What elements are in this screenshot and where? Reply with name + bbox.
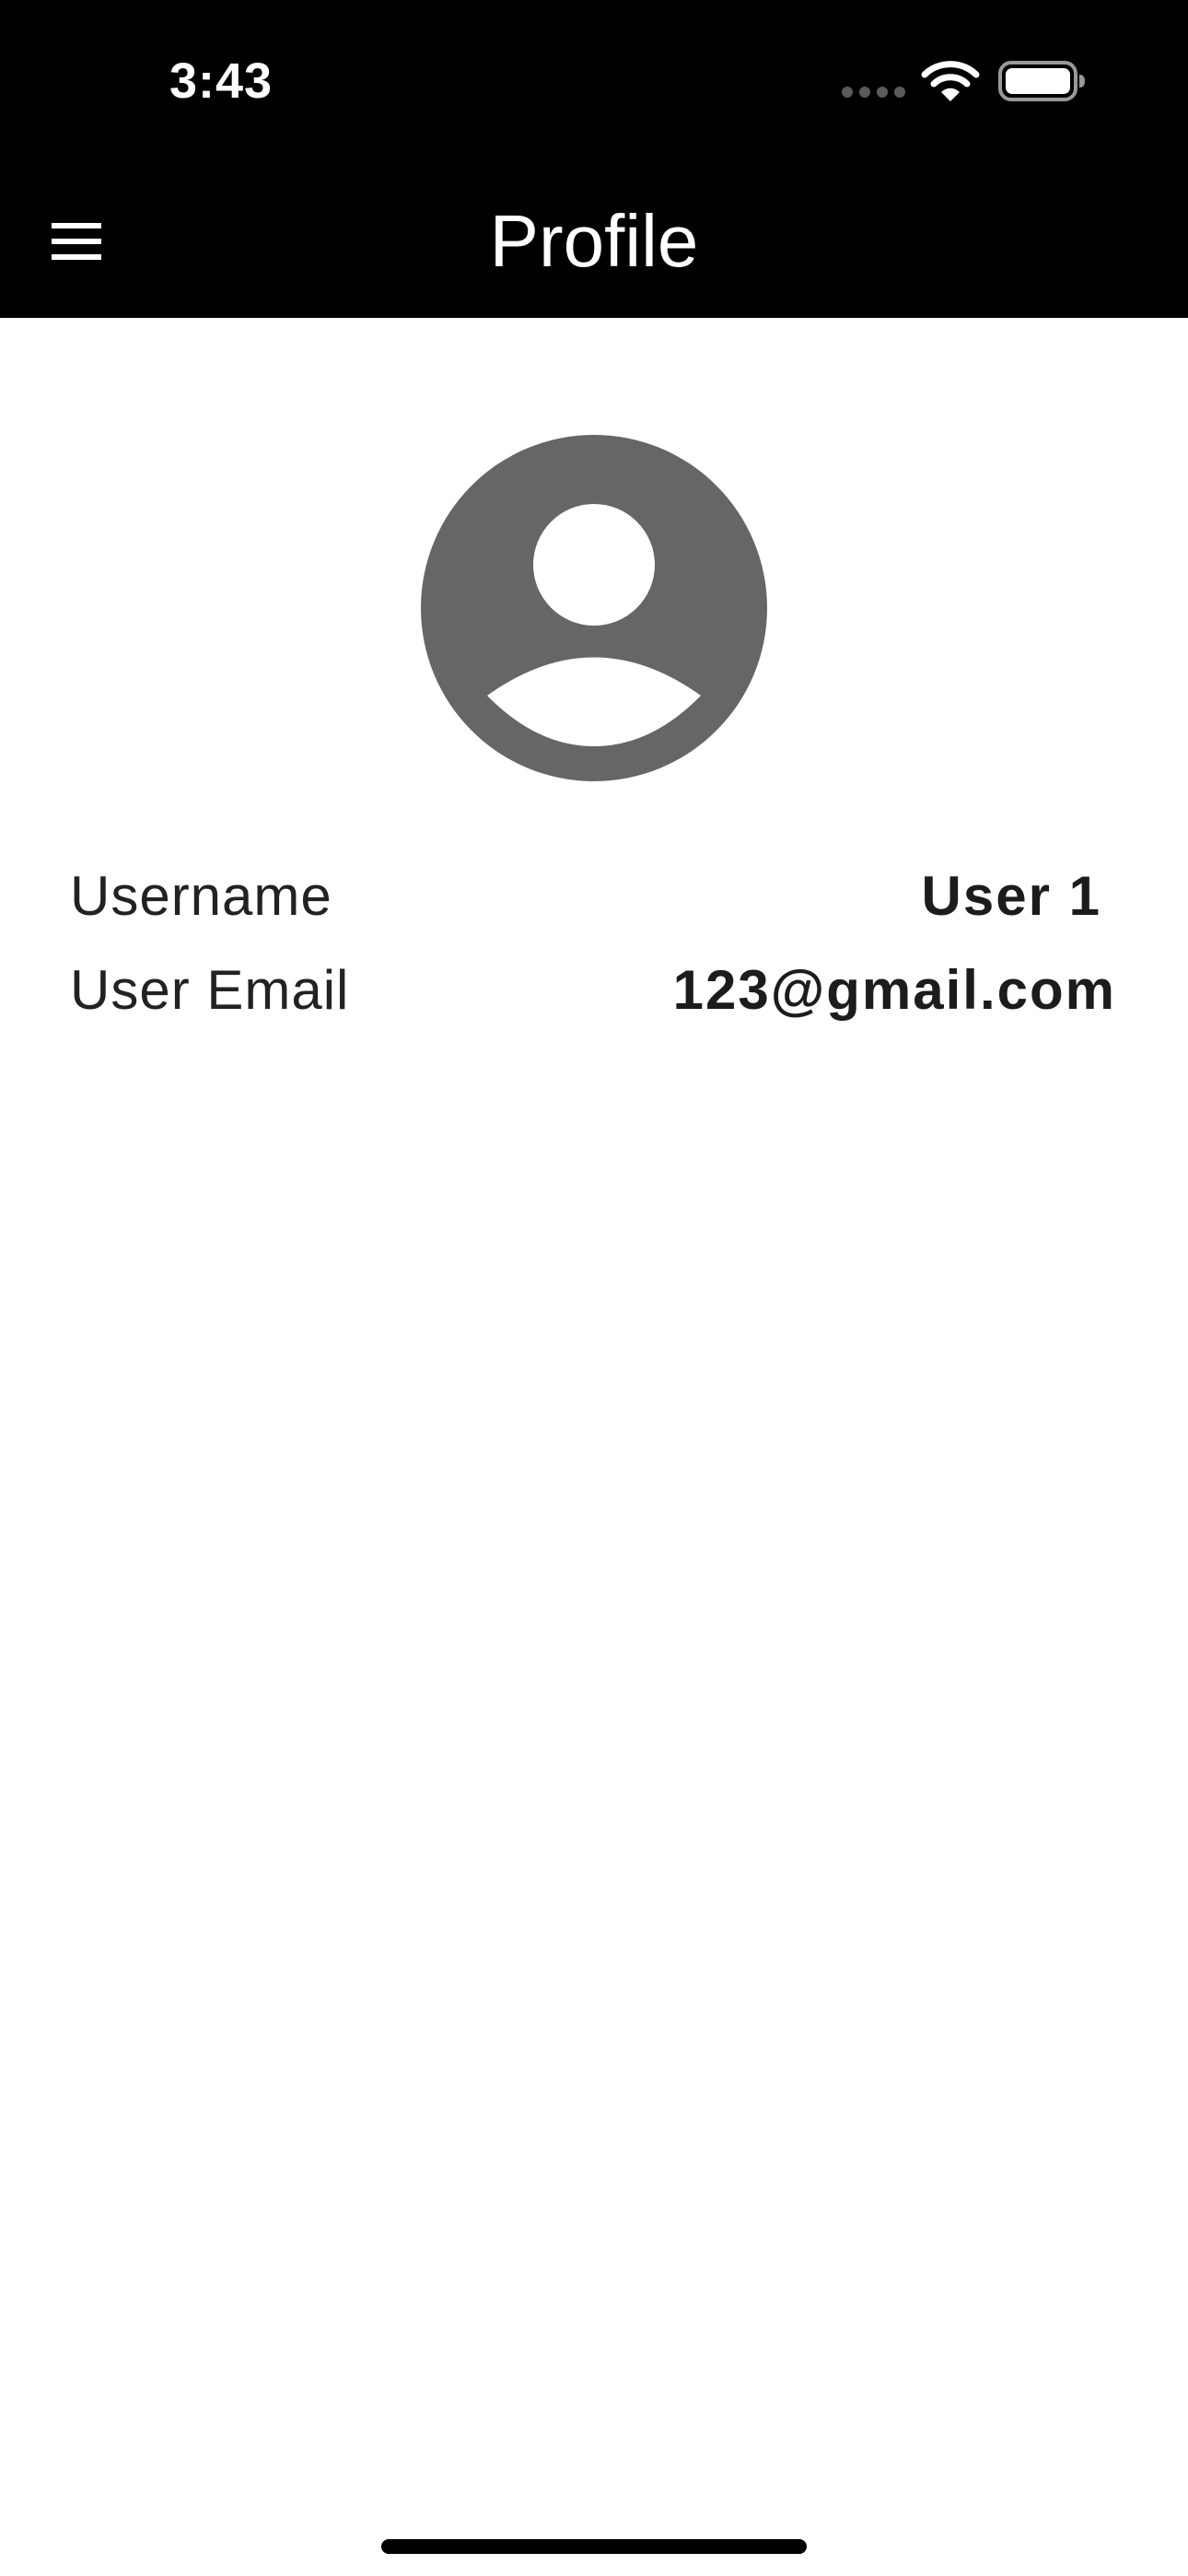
account-circle-icon — [421, 435, 767, 781]
app-header: 3:43 Profile — [0, 0, 1188, 318]
cellular-signal-icon — [842, 87, 906, 98]
username-value: User 1 — [921, 865, 1101, 927]
page-title: Profile — [489, 200, 699, 282]
menu-button[interactable] — [46, 214, 109, 269]
user-email-value: 123@gmail.com — [672, 959, 1116, 1021]
battery-icon — [998, 61, 1085, 101]
status-time: 3:43 — [169, 53, 274, 109]
wifi-icon — [921, 61, 980, 101]
home-indicator[interactable] — [381, 2539, 807, 2554]
hamburger-menu-icon — [52, 223, 101, 228]
